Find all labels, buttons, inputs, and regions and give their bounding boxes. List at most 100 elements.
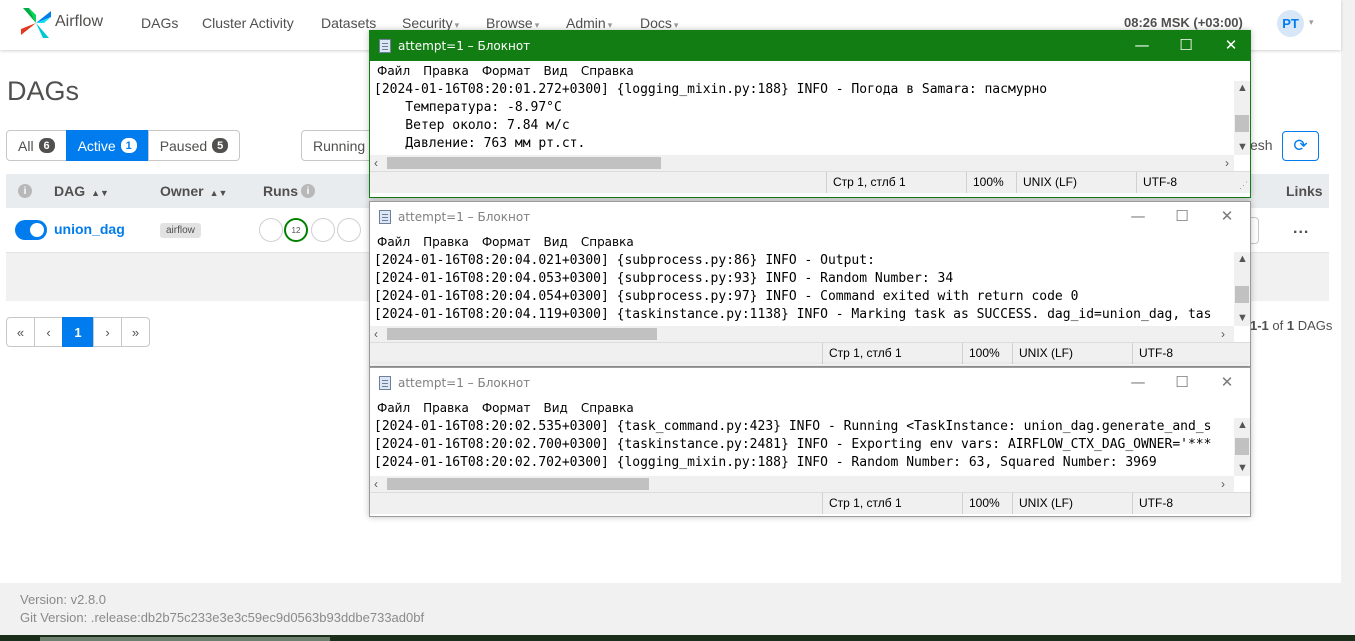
info-icon[interactable]: i: [301, 184, 315, 198]
close-icon[interactable]: ✕: [1221, 35, 1241, 55]
scroll-left-icon[interactable]: ‹: [374, 476, 378, 492]
menu-view[interactable]: Вид: [544, 401, 568, 415]
menu-bar: Файл Правка Формат Вид Справка: [370, 398, 1250, 418]
scroll-thumb[interactable]: [387, 478, 649, 490]
horizontal-scrollbar[interactable]: ‹ ›: [370, 326, 1234, 342]
scroll-right-icon[interactable]: ›: [1221, 476, 1225, 492]
brand-name[interactable]: Airflow: [55, 13, 103, 31]
close-icon[interactable]: ✕: [1217, 372, 1237, 392]
menu-help[interactable]: Справка: [581, 235, 634, 249]
timezone-clock[interactable]: 08:26 MSK (+03:00): [1124, 15, 1243, 30]
page-first-button[interactable]: «: [6, 317, 35, 347]
scroll-up-icon[interactable]: ▲: [1237, 82, 1248, 94]
scroll-left-icon[interactable]: ‹: [374, 326, 378, 342]
scroll-up-icon[interactable]: ▲: [1237, 253, 1248, 265]
page-current-button[interactable]: 1: [62, 317, 94, 347]
vertical-scrollbar[interactable]: ▲ ▼: [1234, 418, 1250, 476]
scroll-up-icon[interactable]: ▲: [1237, 419, 1248, 431]
more-links-icon[interactable]: ...: [1293, 220, 1309, 238]
nav-admin[interactable]: Admin ▾: [566, 15, 612, 31]
menu-edit[interactable]: Правка: [423, 64, 469, 78]
filter-active-button[interactable]: Active 1: [65, 130, 149, 161]
scroll-thumb[interactable]: [387, 328, 657, 340]
page-scrollbar[interactable]: [1341, 0, 1355, 641]
menu-view[interactable]: Вид: [544, 235, 568, 249]
minimize-icon[interactable]: —: [1128, 372, 1148, 392]
scroll-left-icon[interactable]: ‹: [374, 155, 378, 171]
text-area[interactable]: [2024-01-16T08:20:04.021+0300] {subproce…: [374, 252, 1234, 326]
page-last-button[interactable]: »: [121, 317, 150, 347]
version-link[interactable]: v2.8.0: [71, 592, 106, 607]
refresh-button[interactable]: ⟳: [1282, 131, 1319, 161]
title-bar[interactable]: attempt=1 – Блокнот — ☐ ✕: [370, 31, 1250, 61]
dag-pause-toggle[interactable]: [15, 220, 47, 240]
menu-edit[interactable]: Правка: [423, 235, 469, 249]
run-state-failed[interactable]: [337, 218, 361, 242]
dag-link[interactable]: union_dag: [54, 221, 125, 237]
close-icon[interactable]: ✕: [1217, 206, 1237, 226]
menu-file[interactable]: Файл: [377, 64, 410, 78]
scroll-right-icon[interactable]: ›: [1225, 155, 1229, 171]
run-state-success[interactable]: 12: [284, 218, 308, 242]
nav-dags[interactable]: DAGs: [141, 15, 178, 31]
nav-security[interactable]: Security ▾: [402, 15, 459, 31]
column-dag[interactable]: DAG ▲▼: [54, 183, 109, 199]
menu-edit[interactable]: Правка: [423, 401, 469, 415]
scroll-down-icon[interactable]: ▼: [1237, 312, 1248, 324]
menu-format[interactable]: Формат: [482, 64, 531, 78]
filter-all-button[interactable]: All 6: [6, 130, 67, 161]
minimize-icon[interactable]: —: [1132, 35, 1152, 55]
line-ending: UNIX (LF): [1012, 343, 1132, 364]
owner-badge[interactable]: airflow: [160, 223, 201, 238]
page-next-button[interactable]: ›: [93, 317, 122, 347]
maximize-icon[interactable]: ☐: [1176, 35, 1196, 55]
window-title: attempt=1 – Блокнот: [398, 39, 531, 53]
filter-paused-button[interactable]: Paused 5: [147, 130, 241, 161]
scroll-thumb[interactable]: [1235, 286, 1249, 303]
info-icon[interactable]: i: [18, 184, 32, 198]
nav-browse[interactable]: Browse ▾: [486, 15, 539, 31]
scroll-thumb[interactable]: [1235, 115, 1249, 132]
scroll-right-icon[interactable]: ›: [1221, 326, 1225, 342]
menu-file[interactable]: Файл: [377, 235, 410, 249]
run-state-running[interactable]: [311, 218, 335, 242]
chevron-down-icon[interactable]: ▾: [1309, 17, 1314, 28]
cursor-position: Стр 1, стлб 1: [826, 172, 966, 193]
text-area[interactable]: [2024-01-16T08:20:02.535+0300] {task_com…: [374, 418, 1234, 476]
taskbar-item[interactable]: [40, 637, 330, 641]
run-state-queued[interactable]: [259, 218, 283, 242]
chevron-down-icon: ▾: [454, 20, 460, 30]
nav-docs[interactable]: Docs ▾: [640, 15, 678, 31]
menu-help[interactable]: Справка: [581, 64, 634, 78]
maximize-icon[interactable]: ☐: [1172, 206, 1192, 226]
resize-grip-icon[interactable]: ⋰: [1239, 180, 1248, 191]
scroll-down-icon[interactable]: ▼: [1237, 462, 1248, 474]
menu-help[interactable]: Справка: [581, 401, 634, 415]
maximize-icon[interactable]: ☐: [1172, 372, 1192, 392]
horizontal-scrollbar[interactable]: ‹ ›: [370, 476, 1234, 492]
scroll-thumb[interactable]: [1235, 438, 1249, 455]
menu-view[interactable]: Вид: [544, 64, 568, 78]
status-bar: Стр 1, стлб 1 100% UNIX (LF) UTF-8: [370, 342, 1250, 364]
menu-format[interactable]: Формат: [482, 235, 531, 249]
nav-cluster-activity[interactable]: Cluster Activity: [202, 15, 294, 31]
nav-datasets[interactable]: Datasets: [321, 15, 376, 31]
actions-box[interactable]: [1250, 217, 1259, 244]
text-area[interactable]: [2024-01-16T08:20:01.272+0300] {logging_…: [374, 81, 1234, 155]
chevron-down-icon: ▾: [607, 20, 613, 30]
menu-file[interactable]: Файл: [377, 401, 410, 415]
vertical-scrollbar[interactable]: ▲ ▼: [1234, 81, 1250, 155]
menu-format[interactable]: Формат: [482, 401, 531, 415]
title-bar[interactable]: attempt=1 – Блокнот — ☐ ✕: [370, 368, 1250, 398]
minimize-icon[interactable]: —: [1128, 206, 1148, 226]
scroll-thumb[interactable]: [387, 157, 661, 169]
page-prev-button[interactable]: ‹: [34, 317, 63, 347]
airflow-logo-icon[interactable]: [19, 6, 53, 40]
user-avatar[interactable]: PT: [1277, 10, 1304, 37]
column-owner[interactable]: Owner ▲▼: [160, 183, 227, 199]
scroll-down-icon[interactable]: ▼: [1237, 141, 1248, 153]
vertical-scrollbar[interactable]: ▲ ▼: [1234, 252, 1250, 326]
title-bar[interactable]: attempt=1 – Блокнот — ☐ ✕: [370, 202, 1250, 232]
horizontal-scrollbar[interactable]: ‹ ›: [370, 155, 1234, 171]
git-version-link[interactable]: .release:db2b75c233e3e3c59ec9d0563b93ddb…: [91, 610, 424, 625]
